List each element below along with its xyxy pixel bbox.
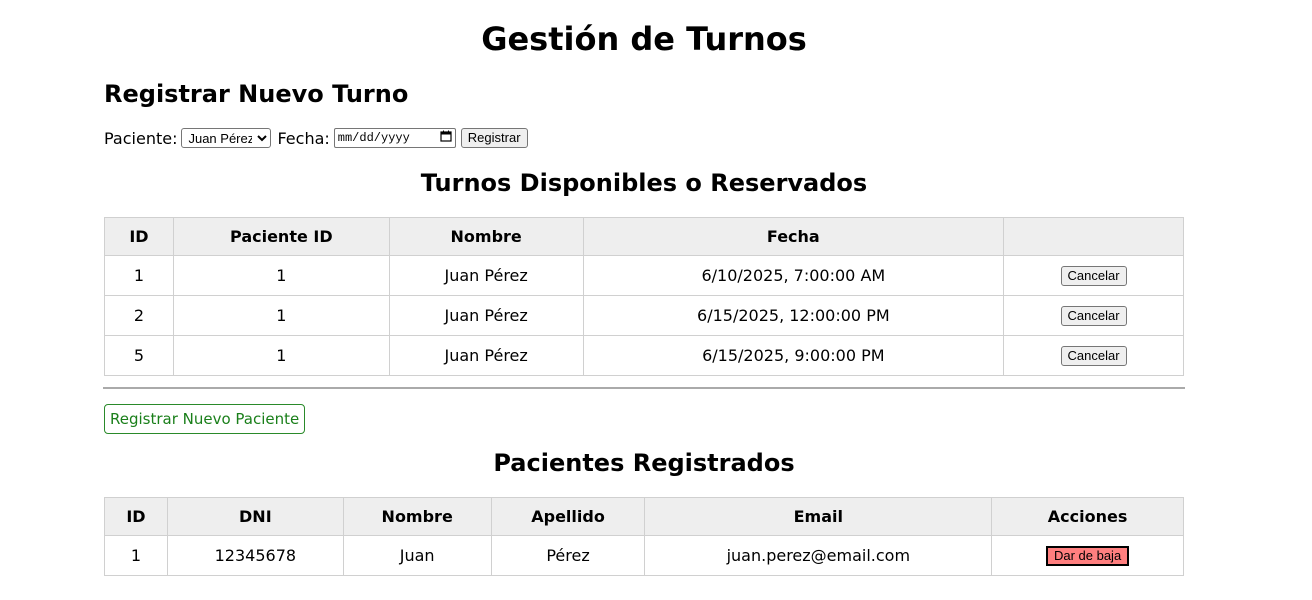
pacientes-heading: Pacientes Registrados [493, 449, 795, 477]
cell-id: 5 [104, 335, 174, 376]
date-placeholder: mm/dd/yyyy [337, 131, 410, 145]
cell-dni: 12345678 [166, 535, 344, 576]
cell-id: 1 [104, 255, 174, 296]
cell-paciente-id: 1 [172, 295, 390, 336]
cell-paciente-id: 1 [172, 335, 390, 376]
column-header-paciente-id: Paciente ID [172, 217, 390, 256]
cell-paciente-id: 1 [172, 255, 390, 296]
pacientes-table: ID DNI Nombre Apellido Email Acciones 1 … [104, 497, 1184, 576]
turnos-table: ID Paciente ID Nombre Fecha 1 1 Juan Pér… [104, 217, 1184, 376]
page-title: Gestión de Turnos [481, 20, 807, 58]
cell-acciones: Dar de baja [991, 535, 1184, 576]
cell-email: juan.perez@email.com [644, 535, 993, 576]
calendar-icon[interactable] [440, 130, 452, 146]
cancel-turno-button[interactable]: Cancelar [1060, 306, 1127, 326]
register-turno-heading: Registrar Nuevo Turno [104, 80, 409, 108]
turnos-heading: Turnos Disponibles o Reservados [420, 169, 868, 197]
cell-id: 1 [104, 535, 168, 576]
table-row: 2 1 Juan Pérez 6/15/2025, 12:00:00 PM Ca… [104, 295, 1184, 336]
cancel-turno-button[interactable]: Cancelar [1060, 346, 1127, 366]
cell-nombre: Juan [342, 535, 492, 576]
section-divider [103, 387, 1185, 389]
cell-apellido: Pérez [490, 535, 646, 576]
register-turno-button[interactable]: Registrar [460, 128, 528, 148]
dar-de-baja-button[interactable]: Dar de baja [1045, 546, 1130, 566]
cell-fecha: 6/15/2025, 12:00:00 PM [582, 295, 1005, 336]
register-turno-form: Paciente: Juan Pérez Fecha: mm/dd/yyyy R… [104, 127, 528, 149]
patient-label: Paciente: [104, 128, 178, 148]
column-header-apellido: Apellido [490, 497, 646, 536]
table-row: 5 1 Juan Pérez 6/15/2025, 9:00:00 PM Can… [104, 335, 1184, 376]
table-row: 1 1 Juan Pérez 6/10/2025, 7:00:00 AM Can… [104, 255, 1184, 296]
cell-id: 2 [104, 295, 174, 336]
table-row: 1 12345678 Juan Pérez juan.perez@email.c… [104, 535, 1184, 576]
column-header-nombre: Nombre [388, 217, 584, 256]
column-header-fecha: Fecha [582, 217, 1005, 256]
column-header-acciones: Acciones [991, 497, 1184, 536]
column-header-email: Email [644, 497, 993, 536]
date-label: Fecha: [277, 128, 330, 148]
column-header-id: ID [104, 497, 168, 536]
patient-select[interactable]: Juan Pérez [181, 128, 272, 148]
column-header-dni: DNI [166, 497, 344, 536]
cell-actions: Cancelar [1003, 335, 1184, 376]
cell-fecha: 6/15/2025, 9:00:00 PM [582, 335, 1005, 376]
table-header-row: ID Paciente ID Nombre Fecha [104, 217, 1184, 256]
column-header-nombre: Nombre [342, 497, 492, 536]
cancel-turno-button[interactable]: Cancelar [1060, 266, 1127, 286]
cell-nombre: Juan Pérez [388, 295, 584, 336]
cell-actions: Cancelar [1003, 295, 1184, 336]
table-header-row: ID DNI Nombre Apellido Email Acciones [104, 497, 1184, 536]
cell-actions: Cancelar [1003, 255, 1184, 296]
cell-nombre: Juan Pérez [388, 335, 584, 376]
cell-nombre: Juan Pérez [388, 255, 584, 296]
register-new-patient-button[interactable]: Registrar Nuevo Paciente [104, 404, 306, 434]
cell-fecha: 6/10/2025, 7:00:00 AM [582, 255, 1005, 296]
date-input[interactable]: mm/dd/yyyy [333, 128, 456, 148]
column-header-actions [1003, 217, 1184, 256]
column-header-id: ID [104, 217, 174, 256]
